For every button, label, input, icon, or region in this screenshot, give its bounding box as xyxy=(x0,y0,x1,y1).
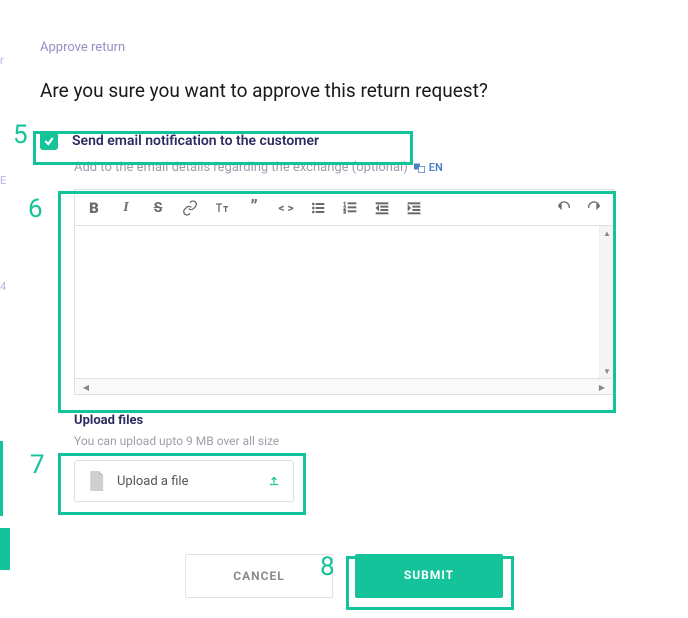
italic-button[interactable]: I xyxy=(117,199,135,217)
numbered-list-button[interactable]: 123 xyxy=(341,199,359,217)
email-notify-row: Send email notification to the customer xyxy=(40,132,648,150)
outdent-button[interactable] xyxy=(373,199,391,217)
upload-file-button[interactable]: Upload a file xyxy=(74,460,294,502)
file-icon xyxy=(87,471,105,491)
upload-button-label: Upload a file xyxy=(117,474,255,489)
email-notify-label: Send email notification to the customer xyxy=(72,133,319,149)
text-size-button[interactable] xyxy=(213,199,231,217)
strikethrough-button[interactable]: S xyxy=(149,199,167,217)
dialog-actions: CANCEL SUBMIT xyxy=(40,554,648,598)
scroll-down-icon[interactable]: ▼ xyxy=(600,364,614,378)
scroll-right-icon[interactable]: ▶ xyxy=(595,380,609,394)
language-picker[interactable]: EN xyxy=(414,161,443,174)
upload-description: You can upload upto 9 MB over all size xyxy=(74,434,648,448)
scroll-left-icon[interactable]: ◀ xyxy=(79,380,93,394)
editor-scrollbar-vertical[interactable]: ▲ ▼ xyxy=(599,226,613,378)
redo-button[interactable] xyxy=(585,199,603,217)
email-body-hint: Add to the email details regarding the e… xyxy=(74,160,648,175)
bold-button[interactable]: B xyxy=(85,199,103,217)
editor-textarea[interactable]: ▲ ▼ xyxy=(74,225,614,379)
email-notify-checkbox[interactable] xyxy=(40,132,58,150)
svg-text:3: 3 xyxy=(343,209,346,215)
bullet-list-button[interactable] xyxy=(309,199,327,217)
editor-scrollbar-horizontal[interactable]: ◀ ▶ xyxy=(74,379,614,395)
indent-button[interactable] xyxy=(405,199,423,217)
approve-return-dialog: Approve return Are you sure you want to … xyxy=(0,0,688,618)
upload-icon xyxy=(267,474,281,488)
scroll-up-icon[interactable]: ▲ xyxy=(600,226,614,240)
translate-icon xyxy=(414,163,426,173)
code-button[interactable]: < > xyxy=(277,199,295,217)
editor-toolbar: B I S ” < > 123 xyxy=(74,189,614,225)
link-button[interactable] xyxy=(181,199,199,217)
dialog-title: Are you sure you want to approve this re… xyxy=(40,79,648,102)
dialog-subtitle: Approve return xyxy=(40,40,648,55)
upload-title: Upload files xyxy=(74,413,648,428)
submit-button[interactable]: SUBMIT xyxy=(355,554,503,598)
quote-button[interactable]: ” xyxy=(245,199,263,217)
undo-button[interactable] xyxy=(555,199,573,217)
cancel-button[interactable]: CANCEL xyxy=(185,554,333,598)
upload-section: Upload files You can upload upto 9 MB ov… xyxy=(74,413,648,502)
rich-text-editor: B I S ” < > 123 xyxy=(74,189,614,395)
